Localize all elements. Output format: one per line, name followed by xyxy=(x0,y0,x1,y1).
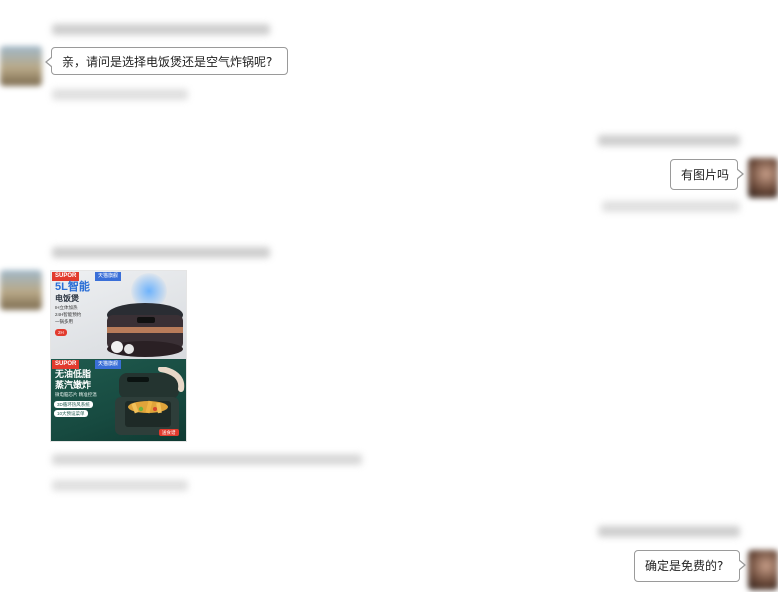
product-headline: 无油低脂 xyxy=(55,369,92,379)
brand-tag: SUPOR xyxy=(52,360,80,369)
brand-tag: SUPOR xyxy=(52,272,80,281)
timestamp-blurred xyxy=(52,89,188,100)
product-headline: 蒸汽嫩炸 xyxy=(55,380,92,390)
message-text: 有图片吗 xyxy=(681,168,730,182)
avatar[interactable] xyxy=(0,46,42,86)
feature-line: 24H智能预约 xyxy=(55,312,82,317)
sender-name-blurred xyxy=(598,135,740,146)
corner-badge: 送食谱 xyxy=(159,429,179,436)
feature-line: 一锅多用 xyxy=(55,319,73,324)
message-bubble: 确定是免费的? xyxy=(634,550,746,582)
feature-pill: 3D循环热风系统 xyxy=(54,401,93,408)
message-bubble: 亲，请问是选择电饭煲还是空气炸锅呢? xyxy=(45,47,288,75)
product-headline: 5L智能 xyxy=(55,281,90,293)
caption-blurred xyxy=(52,454,362,465)
avatar[interactable] xyxy=(748,158,778,198)
feature-line: IH立体加热 xyxy=(55,305,78,310)
message-bubble: 有图片吗 xyxy=(670,159,744,190)
rice-cooker-illustration xyxy=(107,303,183,357)
message-text: 亲，请问是选择电饭煲还是空气炸锅呢? xyxy=(62,55,273,69)
sender-name-blurred xyxy=(52,247,270,258)
sender-name-blurred xyxy=(52,24,270,35)
avatar[interactable] xyxy=(0,270,42,310)
store-tag: 天猫旗舰 xyxy=(95,272,122,281)
feature-pill: 10大预设菜单 xyxy=(54,410,88,417)
product-subheadline: 电饭煲 xyxy=(55,294,79,303)
sender-name-blurred xyxy=(598,526,740,537)
avatar[interactable] xyxy=(748,550,778,590)
message-text: 确定是免费的? xyxy=(645,559,724,573)
timestamp-blurred xyxy=(52,480,188,491)
feature-line: 微电脑芯片 精准控温 xyxy=(55,392,97,397)
badge: 2H xyxy=(55,329,67,336)
product-image-message[interactable]: SUPOR 天猫旗舰 5L智能 电饭煲 IH立体加热 24H智能预约 一锅多用 … xyxy=(50,270,187,442)
rice-cooker-panel: SUPOR 天猫旗舰 5L智能 电饭煲 IH立体加热 24H智能预约 一锅多用 … xyxy=(51,271,186,359)
timestamp-blurred xyxy=(602,201,740,212)
air-fryer-panel: SUPOR 天猫旗舰 无油低脂 蒸汽嫩炸 微电脑芯片 精准控温 3D循环热风系统… xyxy=(51,359,186,441)
